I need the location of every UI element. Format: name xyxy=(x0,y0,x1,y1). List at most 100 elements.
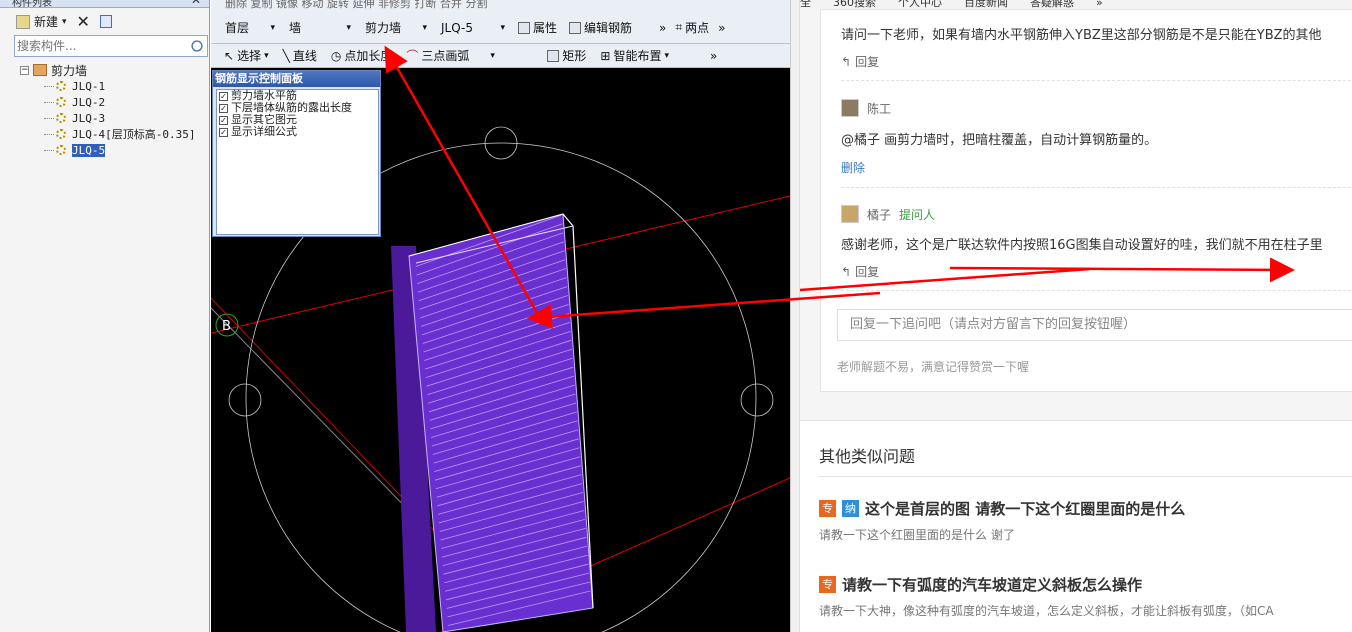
qa-web-page: 全 360搜索 个人中心 百度新闻 答疑解惑 » 请问一下老师，如果有墙内水平钢… xyxy=(800,0,1352,632)
asker-info: 橘子 提问人 xyxy=(841,205,935,223)
separator xyxy=(841,187,1352,188)
chevron-down-icon[interactable]: ▾ xyxy=(62,17,67,27)
two-points-button[interactable]: ⌗ 两点 xyxy=(672,17,712,39)
edit-toolbar[interactable]: 删除 复制 镜像 移动 旋转 延伸 非修剪 打断 合并 分割 xyxy=(211,0,790,12)
overflow-icon[interactable]: » xyxy=(710,49,717,63)
type-value: 剪力墙 xyxy=(365,21,402,35)
two-points-label: 两点 xyxy=(685,21,710,35)
followup-input[interactable]: 回复一下追问吧（请点对方留言下的回复按钮喔） xyxy=(837,309,1352,341)
tree-item-label: JLQ-3 xyxy=(72,111,106,125)
overflow-icon[interactable]: » xyxy=(659,21,666,35)
arc-label: 三点画弧 xyxy=(421,49,470,63)
floor-value: 首层 xyxy=(225,21,250,35)
select-button[interactable]: ↖ 选择 ▾ xyxy=(221,45,272,67)
tree-item-selected[interactable]: JLQ-5 xyxy=(20,142,195,158)
rect-icon xyxy=(547,49,560,62)
properties-button[interactable]: 属性 xyxy=(515,17,560,39)
rect-button[interactable]: 矩形 xyxy=(544,45,589,67)
smart-layout-button[interactable]: ⊞ 智能布置 ▾ xyxy=(597,45,672,67)
similar-question-title[interactable]: 请教一下有弧度的汽车坡道定义斜板怎么操作 xyxy=(842,574,1142,595)
tree-item[interactable]: JLQ-4[层顶标高-0.35] xyxy=(20,126,195,142)
category-select[interactable]: 墙 xyxy=(285,17,355,39)
bookmark-item[interactable]: 答疑解惑 xyxy=(1030,0,1074,9)
delete-link[interactable]: 删除 xyxy=(841,159,865,176)
pane-toolbar: 新建 ▾ ✕ xyxy=(0,9,209,34)
arc-select[interactable] xyxy=(480,45,536,67)
rect-label: 矩形 xyxy=(562,49,587,63)
element-select[interactable]: JLQ-5 xyxy=(437,17,509,39)
checkbox-icon[interactable]: ✓ xyxy=(219,115,228,125)
gear-icon xyxy=(56,145,66,155)
line-button[interactable]: ╲ 直线 xyxy=(280,45,320,67)
bookmark-bar: 全 360搜索 个人中心 百度新闻 答疑解惑 » xyxy=(800,0,1352,9)
reply-button[interactable]: ↰ 回复 xyxy=(841,263,879,280)
similar-question-desc: 请教一下大神，像这种有弧度的汽车坡道，怎么定义斜板，才能让斜板有弧度，（如CA xyxy=(819,604,1274,618)
separator xyxy=(819,476,1352,477)
bookmark-item[interactable]: 个人中心 xyxy=(898,0,942,9)
asker-name[interactable]: 橘子 xyxy=(867,206,891,223)
new-button[interactable]: 新建 xyxy=(34,13,58,30)
tree-item-label: JLQ-5 xyxy=(72,143,106,157)
separator xyxy=(841,80,1352,81)
arc-icon: ⌒ xyxy=(406,49,419,63)
bookmark-item[interactable]: 360搜索 xyxy=(833,0,876,9)
draw-toolbar: ↖选择▾ ╲直线 ◷点加长度 ⌒三点画弧 矩形 ⊞智能布置▾ » xyxy=(211,44,790,68)
gear-icon xyxy=(56,81,66,91)
section-title: 其他类似问题 xyxy=(819,447,916,466)
folder-icon xyxy=(33,64,47,76)
axis-label: B xyxy=(222,319,231,334)
type-select[interactable]: 剪力墙 xyxy=(361,17,431,39)
edit-rebar-button[interactable]: 编辑钢筋 xyxy=(566,17,635,39)
similar-question-link[interactable]: 专 纳 这个是首层的图 请教一下这个红圈里面的是什么 xyxy=(819,498,1185,519)
add-length-button[interactable]: ◷ 点加长度 xyxy=(328,45,396,67)
close-icon[interactable]: ✕ xyxy=(191,0,201,6)
collapse-icon[interactable]: − xyxy=(20,65,29,75)
search-input[interactable] xyxy=(15,37,185,55)
similar-question-title[interactable]: 这个是首层的图 请教一下这个红圈里面的是什么 xyxy=(865,498,1185,519)
window-splitter[interactable] xyxy=(790,0,800,632)
search-icon[interactable] xyxy=(191,40,203,52)
line-icon: ╲ xyxy=(282,48,290,63)
teacher-info: 陈工 xyxy=(841,99,891,117)
reply-button[interactable]: ↰ 回复 xyxy=(841,53,879,70)
floor-select[interactable]: 首层 xyxy=(221,17,279,39)
bookmark-item[interactable]: 全 xyxy=(800,0,811,9)
tree-root[interactable]: − 剪力墙 xyxy=(20,62,195,78)
properties-label: 属性 xyxy=(533,21,558,35)
line-label: 直线 xyxy=(292,49,317,63)
element-toolbar: 首层 墙 剪力墙 JLQ-5 属性 编辑钢筋 » ⌗两点 » xyxy=(211,12,790,44)
checkbox-icon[interactable]: ✓ xyxy=(219,127,228,137)
orbit-handle[interactable] xyxy=(740,383,774,417)
tree-item-label: JLQ-2 xyxy=(72,95,106,109)
grid-icon: ⌗ xyxy=(675,20,683,34)
element-value: JLQ-5 xyxy=(441,20,473,35)
tree-item[interactable]: JLQ-2 xyxy=(20,94,195,110)
arc-button[interactable]: ⌒ 三点画弧 xyxy=(403,45,472,67)
question-text: 请问一下老师，如果有墙内水平钢筋伸入YBZ里这部分钢筋是不是只能在YBZ的其他 xyxy=(841,28,1322,43)
tree-item-label: JLQ-4[层顶标高-0.35] xyxy=(72,128,196,141)
orbit-handle[interactable] xyxy=(228,383,262,417)
tree-item[interactable]: JLQ-3 xyxy=(20,110,195,126)
bookmark-item[interactable]: 百度新闻 xyxy=(964,0,1008,9)
tree-item[interactable]: JLQ-1 xyxy=(20,78,195,94)
new-icon xyxy=(16,14,30,29)
reply-label: 回复 xyxy=(855,55,880,69)
bookmark-overflow[interactable]: » xyxy=(1096,0,1103,9)
teacher-answer: @橘子 画剪力墙时，把暗柱覆盖，自动计算钢筋量的。 xyxy=(841,133,1158,148)
similar-question-link[interactable]: 专 请教一下有弧度的汽车坡道定义斜板怎么操作 xyxy=(819,574,1142,595)
chevron-down-icon: ▾ xyxy=(264,50,269,61)
delete-icon[interactable]: ✕ xyxy=(77,12,90,31)
smart-layout-icon: ⊞ xyxy=(600,48,611,63)
copy-icon[interactable] xyxy=(99,15,112,28)
answer-card: 请问一下老师，如果有墙内水平钢筋伸入YBZ里这部分钢筋是不是只能在YBZ的其他 … xyxy=(820,9,1352,392)
overflow-icon[interactable]: » xyxy=(718,21,725,35)
clock-icon: ◷ xyxy=(330,48,342,63)
smart-layout-label: 智能布置 xyxy=(613,49,662,63)
teacher-name[interactable]: 陈工 xyxy=(867,100,891,117)
checkbox-icon[interactable]: ✓ xyxy=(219,103,228,113)
pencil-icon xyxy=(569,21,582,34)
checkbox-icon[interactable]: ✓ xyxy=(219,91,228,101)
option-show-formula[interactable]: ✓ 显示详细公式 xyxy=(217,126,378,138)
hint-text: 老师解题不易，满意记得赞赏一下喔 xyxy=(837,360,1030,374)
edit-rebar-label: 编辑钢筋 xyxy=(584,21,633,35)
